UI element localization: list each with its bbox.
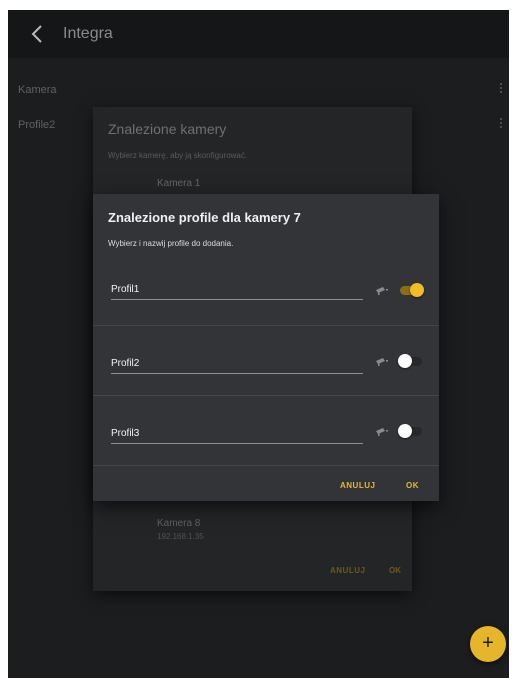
camera-icon	[376, 287, 388, 295]
camera-icon	[376, 428, 388, 436]
dialog-actions: ANULUJ OK	[93, 471, 439, 501]
dialog-subtitle: Wybierz i nazwij profile do dodania.	[108, 239, 234, 248]
cancel-button[interactable]: ANULUJ	[330, 566, 365, 575]
more-vert-icon[interactable]	[499, 116, 503, 132]
list-item-label: Kamera	[18, 84, 57, 96]
app-title: Integra	[63, 25, 113, 42]
app-bar: Integra	[8, 10, 509, 58]
profile-name-input[interactable]: Profil2	[111, 358, 363, 374]
profile-toggle[interactable]	[398, 354, 424, 368]
camera-list-item[interactable]: Kamera 1	[157, 178, 200, 189]
dialog-subtitle: Wybierz kamerę, aby ją skonfigurować.	[108, 151, 248, 160]
profile-name-input[interactable]: Profil3	[111, 428, 363, 444]
app-screen: Integra Kamera Profile2 Znalezione kamer…	[8, 10, 509, 678]
more-vert-icon[interactable]	[499, 81, 503, 97]
ok-button[interactable]: OK	[389, 566, 401, 575]
plus-icon: +	[482, 632, 494, 654]
profile-toggle[interactable]	[398, 283, 424, 297]
camera-icon	[376, 358, 388, 366]
found-profiles-dialog: Znalezione profile dla kamery 7 Wybierz …	[93, 194, 439, 501]
add-button[interactable]: +	[470, 626, 506, 662]
chevron-left-icon[interactable]	[26, 22, 50, 46]
cancel-button[interactable]: ANULUJ	[340, 481, 375, 490]
profile-name-input[interactable]: Profil1	[111, 284, 363, 300]
profile-row: Profil3	[93, 396, 439, 466]
dialog-title: Znalezione profile dla kamery 7	[108, 210, 301, 225]
profile-toggle[interactable]	[398, 424, 424, 438]
ok-button[interactable]: OK	[406, 481, 419, 490]
profile-row: Profil2	[93, 326, 439, 396]
camera-ip-label: 192.168.1.35	[157, 532, 204, 541]
dialog-title: Znalezione kamery	[108, 121, 227, 137]
list-item-label: Profile2	[18, 119, 56, 131]
camera-list-item[interactable]: Kamera 8	[157, 518, 200, 529]
profile-row: Profil1	[93, 256, 439, 326]
